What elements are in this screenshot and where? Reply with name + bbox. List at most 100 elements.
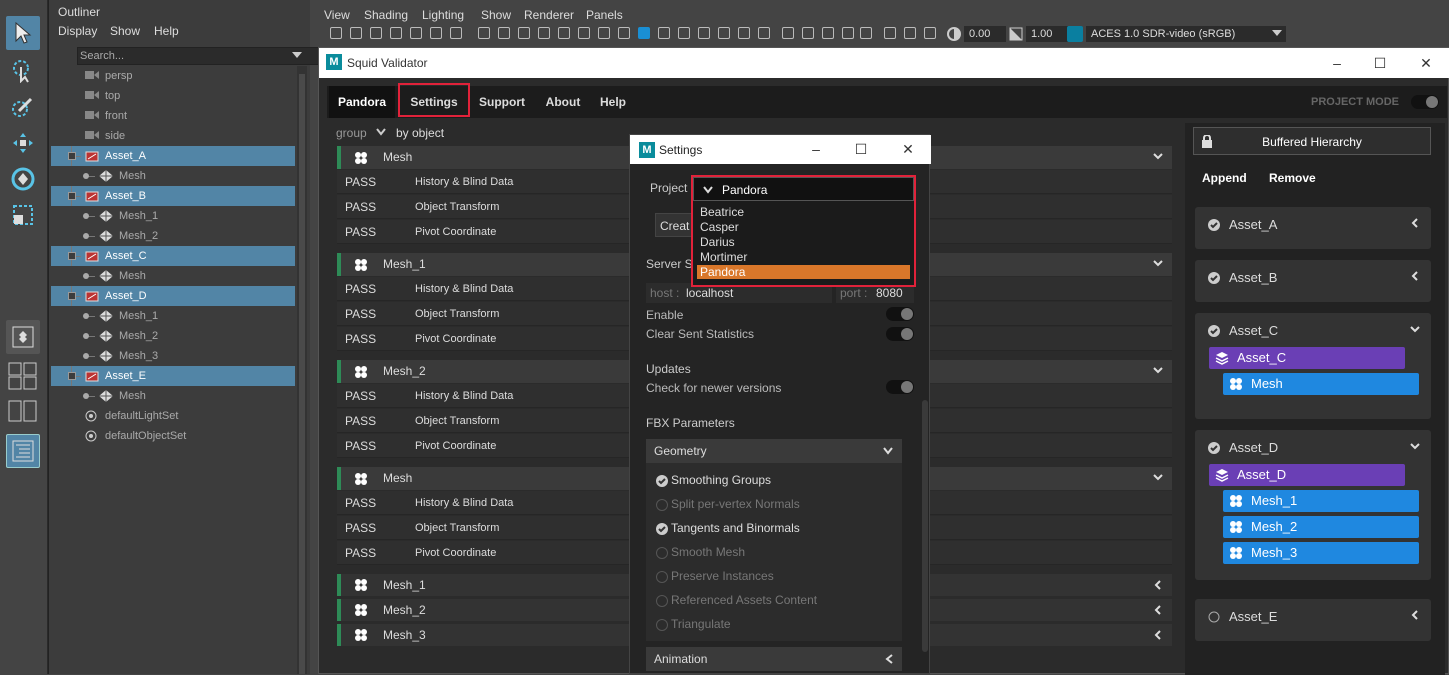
viewport-tool-icon[interactable] bbox=[450, 27, 462, 39]
colorspace-select[interactable]: ACES 1.0 SDR-video (sRGB) bbox=[1086, 26, 1286, 42]
viewport-tool-icon[interactable] bbox=[860, 27, 872, 39]
asset-card[interactable]: Asset_A bbox=[1195, 207, 1431, 249]
outliner-item[interactable]: Mesh bbox=[51, 266, 295, 286]
group-by-select[interactable]: by object bbox=[396, 126, 444, 140]
viewport-tool-icon[interactable] bbox=[558, 27, 570, 39]
select-tool-button[interactable] bbox=[6, 16, 40, 50]
dropdown-arrow-icon[interactable] bbox=[292, 52, 302, 60]
mesh-node-pill[interactable]: Mesh_3 bbox=[1223, 542, 1419, 564]
outliner-item[interactable]: Mesh bbox=[51, 166, 295, 186]
move-tool-button[interactable] bbox=[6, 126, 40, 160]
settings-close-button[interactable]: ✕ bbox=[900, 141, 916, 157]
chevron-left-icon[interactable] bbox=[1409, 270, 1421, 282]
checkbox-unchecked-icon[interactable] bbox=[656, 499, 668, 511]
four-view-button[interactable] bbox=[8, 362, 38, 390]
viewport-tool-icon[interactable] bbox=[904, 27, 916, 39]
geometry-section-header[interactable]: Geometry bbox=[646, 439, 902, 463]
checkbox-unchecked-icon[interactable] bbox=[656, 547, 668, 559]
outliner-item[interactable]: Asset_C bbox=[51, 246, 295, 266]
clear-stats-toggle[interactable] bbox=[886, 327, 914, 341]
settings-minimize-button[interactable]: – bbox=[808, 141, 824, 157]
outliner-item[interactable]: Mesh_3 bbox=[51, 346, 295, 366]
viewport-tool-icon[interactable] bbox=[924, 27, 936, 39]
outliner-item[interactable]: Mesh_2 bbox=[51, 226, 295, 246]
outliner-item[interactable]: top bbox=[51, 86, 295, 106]
chevron-down-icon[interactable] bbox=[376, 128, 386, 136]
viewport-tool-icon[interactable] bbox=[578, 27, 590, 39]
viewport-tool-icon[interactable] bbox=[498, 27, 510, 39]
viewport-tool-icon[interactable] bbox=[678, 27, 690, 39]
viewport-menu-panels[interactable]: Panels bbox=[586, 8, 623, 22]
tab-help[interactable]: Help bbox=[595, 86, 631, 118]
outliner-item[interactable]: side bbox=[51, 126, 295, 146]
chevron-down-icon[interactable] bbox=[1409, 323, 1421, 335]
viewport-tool-icon[interactable] bbox=[658, 27, 670, 39]
viewport-tool-icon[interactable] bbox=[518, 27, 530, 39]
close-button[interactable]: ✕ bbox=[1418, 55, 1434, 71]
checkbox-unchecked-icon[interactable] bbox=[656, 571, 668, 583]
viewport-tool-icon[interactable] bbox=[884, 27, 896, 39]
viewport-tool-icon[interactable] bbox=[802, 27, 814, 39]
viewport-tool-icon[interactable] bbox=[698, 27, 710, 39]
tab-pandora[interactable]: Pandora bbox=[329, 86, 395, 118]
rotate-tool-button[interactable] bbox=[6, 162, 40, 196]
asset-node-pill[interactable]: Asset_D bbox=[1209, 464, 1405, 486]
settings-scrollbar[interactable] bbox=[922, 400, 928, 652]
maximize-button[interactable]: ☐ bbox=[1372, 55, 1388, 71]
check-updates-toggle[interactable] bbox=[886, 380, 914, 394]
viewport-tool-icon[interactable] bbox=[430, 27, 442, 39]
viewport-tool-icon[interactable] bbox=[822, 27, 834, 39]
exposure-field[interactable]: 0.00 bbox=[964, 26, 1006, 42]
outliner-item[interactable]: Mesh_2 bbox=[51, 326, 295, 346]
outliner-item[interactable]: defaultLightSet bbox=[51, 406, 295, 426]
project-mode-toggle[interactable] bbox=[1411, 95, 1439, 109]
viewport-tool-icon[interactable] bbox=[842, 27, 854, 39]
tab-support[interactable]: Support bbox=[473, 86, 531, 118]
outliner-scrollbar[interactable] bbox=[297, 66, 307, 674]
gamma-icon[interactable] bbox=[1009, 27, 1023, 41]
scale-tool-button[interactable] bbox=[6, 198, 40, 232]
remove-button[interactable]: Remove bbox=[1269, 171, 1316, 185]
outliner-item[interactable]: Mesh_1 bbox=[51, 206, 295, 226]
enable-toggle[interactable] bbox=[886, 307, 914, 321]
checkbox-unchecked-icon[interactable] bbox=[656, 619, 668, 631]
paint-tool-button[interactable] bbox=[6, 90, 40, 124]
buffered-hierarchy-button[interactable]: Buffered Hierarchy bbox=[1193, 127, 1431, 155]
chevron-left-icon[interactable] bbox=[1409, 609, 1421, 621]
viewport-menu-view[interactable]: View bbox=[324, 8, 350, 22]
outliner-item[interactable]: front bbox=[51, 106, 295, 126]
checkbox-unchecked-icon[interactable] bbox=[656, 595, 668, 607]
mesh-node-pill[interactable]: Mesh bbox=[1223, 373, 1419, 395]
checkbox-checked-icon[interactable] bbox=[656, 523, 668, 535]
viewport-menu-shading[interactable]: Shading bbox=[364, 8, 408, 22]
outliner-item[interactable]: Mesh bbox=[51, 386, 295, 406]
viewport-tool-icon[interactable] bbox=[598, 27, 610, 39]
gamma-field[interactable]: 1.00 bbox=[1026, 26, 1068, 42]
outliner-item[interactable]: Mesh_1 bbox=[51, 306, 295, 326]
viewport-tool-icon[interactable] bbox=[638, 27, 650, 39]
viewport-tool-icon[interactable] bbox=[618, 27, 630, 39]
outliner-item[interactable]: Asset_A bbox=[51, 146, 295, 166]
color-management-icon[interactable] bbox=[1067, 26, 1083, 42]
viewport-tool-icon[interactable] bbox=[738, 27, 750, 39]
outliner-item[interactable]: Asset_D bbox=[51, 286, 295, 306]
animation-section-header[interactable]: Animation bbox=[646, 647, 902, 671]
viewport-menu-show[interactable]: Show bbox=[481, 8, 511, 22]
asset-card[interactable]: Asset_D Asset_D Mesh_1 Mesh_2 Mesh_3 bbox=[1195, 430, 1431, 580]
asset-card[interactable]: Asset_B bbox=[1195, 260, 1431, 302]
outliner-menu-help[interactable]: Help bbox=[154, 24, 179, 38]
split-view-button[interactable] bbox=[8, 400, 38, 422]
viewport-tool-icon[interactable] bbox=[390, 27, 402, 39]
asset-card[interactable]: Asset_E bbox=[1195, 599, 1431, 641]
asset-node-pill[interactable]: Asset_C bbox=[1209, 347, 1405, 369]
viewport-tool-icon[interactable] bbox=[370, 27, 382, 39]
append-button[interactable]: Append bbox=[1202, 171, 1247, 185]
mesh-node-pill[interactable]: Mesh_1 bbox=[1223, 490, 1419, 512]
outliner-view-button[interactable] bbox=[6, 434, 40, 468]
mesh-node-pill[interactable]: Mesh_2 bbox=[1223, 516, 1419, 538]
settings-maximize-button[interactable]: ☐ bbox=[853, 141, 869, 157]
viewport-tool-icon[interactable] bbox=[350, 27, 362, 39]
minimize-button[interactable]: – bbox=[1329, 55, 1345, 71]
outliner-item[interactable]: defaultObjectSet bbox=[51, 426, 295, 446]
tab-about[interactable]: About bbox=[537, 86, 589, 118]
